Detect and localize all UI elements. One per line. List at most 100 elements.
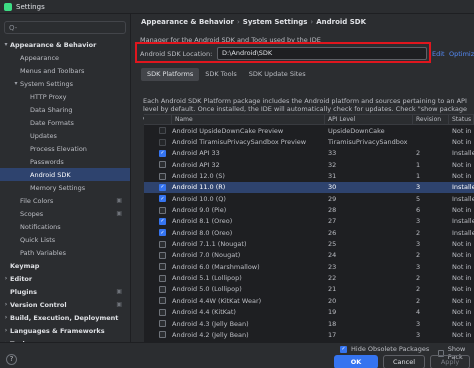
sidebar-item[interactable]: Menus and Toolbars (0, 64, 130, 77)
cancel-button[interactable]: Cancel (383, 355, 425, 368)
help-button[interactable]: ? (6, 354, 17, 365)
table-row[interactable]: ✓ Android API 33 33 2 Installe (144, 148, 474, 159)
table-row[interactable]: ✓ Android 10.0 (Q) 29 5 Installe (144, 193, 474, 204)
table-row[interactable]: Android UpsideDownCake Preview UpsideDown… (144, 125, 474, 136)
install-status: Not in (452, 240, 472, 249)
package-checkbox[interactable] (159, 138, 166, 146)
sidebar-item[interactable]: Plugins ▣ (0, 285, 130, 298)
package-checkbox[interactable] (159, 297, 166, 305)
table-row[interactable]: Android 7.0 (Nougat) 24 2 Not in (144, 250, 474, 261)
table-row[interactable]: Android 7.1.1 (Nougat) 25 3 Not in (144, 238, 474, 249)
optimize-link[interactable]: Optimiz (449, 50, 474, 58)
package-checkbox[interactable] (159, 285, 166, 293)
hide-obsolete-checkbox[interactable]: ✓ (340, 345, 347, 353)
api-level: 25 (328, 240, 337, 249)
package-checkbox[interactable]: ✓ (159, 229, 166, 237)
sidebar-item[interactable]: › Version Control ▣ (0, 298, 130, 311)
package-checkbox[interactable] (159, 206, 166, 214)
hide-obsolete-option[interactable]: ✓ Hide Obsolete Packages (340, 345, 429, 353)
chevron-right-icon[interactable]: › (2, 301, 10, 308)
column-header-revision[interactable]: Revision (413, 115, 449, 124)
column-header-api[interactable]: API Level (325, 115, 413, 124)
table-row[interactable]: Android API 32 32 1 Not in (144, 159, 474, 170)
chevron-right-icon[interactable]: › (2, 275, 10, 282)
package-checkbox[interactable] (159, 161, 166, 169)
sidebar-item-label: Passwords (30, 157, 64, 166)
sidebar-item[interactable]: ▾ System Settings (0, 77, 130, 90)
edit-link[interactable]: Edit (432, 50, 445, 58)
sidebar-item[interactable]: › Languages & Frameworks (0, 324, 130, 337)
table-row[interactable]: Android 6.0 (Marshmallow) 23 3 Not in (144, 261, 474, 272)
column-header-status[interactable]: Status (449, 115, 474, 124)
sidebar-item-label: Memory Settings (30, 183, 86, 192)
package-checkbox[interactable] (159, 263, 166, 271)
table-row[interactable]: Android 4.4W (KitKat Wear) 20 2 Not in (144, 295, 474, 306)
table-row[interactable]: ✓ Android 8.1 (Oreo) 27 3 Installe (144, 216, 474, 227)
sidebar-item[interactable]: › Build, Execution, Deployment (0, 311, 130, 324)
sidebar-item[interactable]: Android SDK (0, 168, 130, 181)
sidebar-item-label: Quick Lists (20, 235, 56, 244)
table-row[interactable]: Android 4.3 (Jelly Bean) 18 3 Not in (144, 318, 474, 329)
package-checkbox[interactable] (159, 240, 166, 248)
column-header-name[interactable]: Name (172, 115, 325, 124)
package-name: Android 5.1 (Lollipop) (172, 274, 242, 283)
row-check-cell (144, 285, 172, 293)
package-checkbox[interactable] (159, 127, 166, 135)
package-checkbox[interactable] (159, 308, 166, 316)
tab-sdk-update-sites[interactable]: SDK Update Sites (243, 68, 312, 81)
sidebar-item[interactable]: Data Sharing (0, 103, 130, 116)
table-row[interactable]: Android 4.4 (KitKat) 19 4 Not in (144, 307, 474, 318)
chevron-right-icon[interactable]: › (2, 314, 10, 321)
table-row[interactable]: Android 5.1 (Lollipop) 22 2 Not in (144, 272, 474, 283)
sidebar-item[interactable]: HTTP Proxy (0, 90, 130, 103)
api-level: 18 (328, 319, 337, 328)
sidebar-item[interactable]: Memory Settings (0, 181, 130, 194)
chevron-right-icon[interactable]: › (2, 327, 10, 334)
breadcrumb-item[interactable]: Appearance & Behavior (141, 18, 234, 26)
sidebar-item[interactable]: Passwords (0, 155, 130, 168)
table-row[interactable]: ✓ Android 8.0 (Oreo) 26 2 Installe (144, 227, 474, 238)
ok-button[interactable]: OK (334, 355, 378, 368)
sdk-location-field[interactable]: D:\Android\SDK (217, 47, 427, 60)
table-row[interactable]: Android 9.0 (Pie) 28 6 Not in (144, 204, 474, 215)
package-checkbox[interactable] (159, 274, 166, 282)
package-checkbox[interactable] (159, 320, 166, 328)
install-status: Not in (452, 251, 472, 260)
breadcrumb-item[interactable]: System Settings (243, 18, 308, 26)
sidebar-item[interactable]: File Colors ▣ (0, 194, 130, 207)
sidebar-item[interactable]: Process Elevation (0, 142, 130, 155)
package-checkbox[interactable]: ✓ (159, 217, 166, 225)
table-row[interactable]: Android 4.2 (Jelly Bean) 17 3 Not in (144, 329, 474, 340)
sidebar-item[interactable]: Appearance (0, 51, 130, 64)
package-checkbox[interactable] (159, 251, 166, 259)
sidebar-item[interactable]: Date Formats (0, 116, 130, 129)
sidebar-item[interactable]: ▾ Appearance & Behavior (0, 38, 130, 51)
package-name: Android TiramisuPrivacySandbox Preview (172, 138, 307, 147)
column-header-check[interactable] (144, 115, 172, 124)
table-row[interactable]: Android 12.0 (S) 31 1 Not in (144, 170, 474, 181)
package-checkbox[interactable]: ✓ (159, 149, 166, 157)
package-checkbox[interactable] (159, 331, 166, 339)
chevron-down-icon[interactable]: ▾ (2, 41, 10, 48)
table-row[interactable]: Android 5.0 (Lollipop) 21 2 Not in (144, 284, 474, 295)
table-row[interactable]: ✓ Android 11.0 (R) 30 3 Installe (144, 181, 474, 194)
sidebar-item-label: Appearance & Behavior (10, 40, 97, 49)
table-row[interactable]: Android TiramisuPrivacySandbox Preview Ti… (144, 136, 474, 147)
package-checkbox[interactable]: ✓ (159, 183, 166, 191)
apply-button[interactable]: Apply (430, 355, 470, 368)
package-checkbox[interactable] (159, 172, 166, 180)
chevron-down-icon[interactable]: ▾ (12, 80, 20, 87)
package-name: Android 7.0 (Nougat) (172, 251, 241, 260)
sidebar-item[interactable]: Path Variables (0, 246, 130, 259)
sidebar-item[interactable]: Notifications (0, 220, 130, 233)
sidebar-item[interactable]: Scopes ▣ (0, 207, 130, 220)
sidebar-item[interactable]: Quick Lists (0, 233, 130, 246)
tab-sdk-platforms[interactable]: SDK Platforms (141, 68, 200, 81)
sidebar-item[interactable]: Updates (0, 129, 130, 142)
sidebar-item-label: Process Elevation (30, 144, 87, 153)
package-checkbox[interactable]: ✓ (159, 195, 166, 203)
sidebar-item[interactable]: › Editor (0, 272, 130, 285)
tab-sdk-tools[interactable]: SDK Tools (199, 68, 242, 81)
sidebar-item[interactable]: Keymap (0, 259, 130, 272)
settings-search[interactable]: Q- (4, 21, 126, 34)
